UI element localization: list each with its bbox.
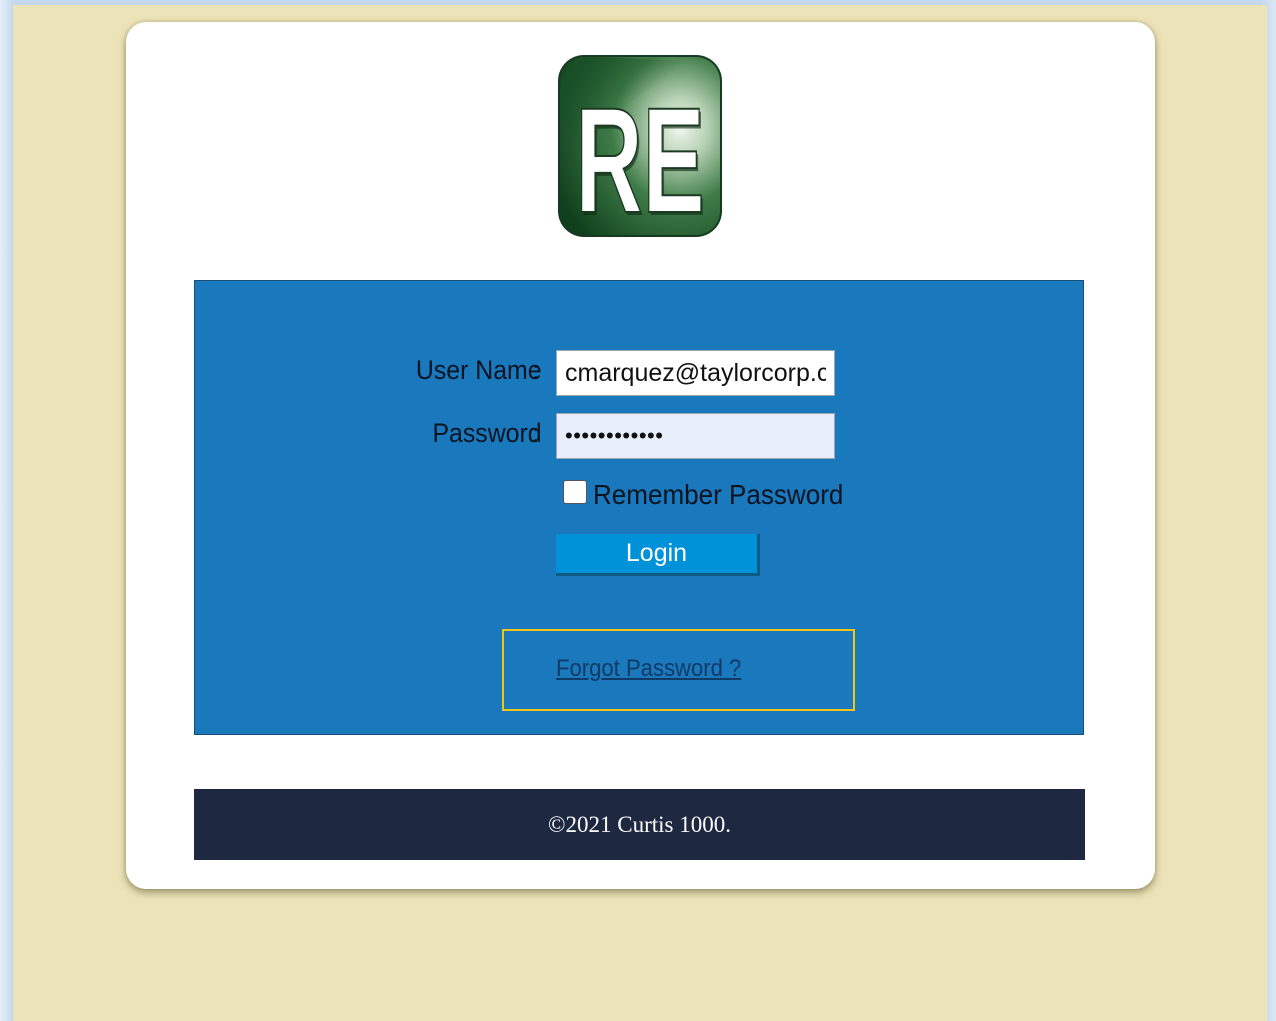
copyright-text: ©2021 Curtis 1000. bbox=[548, 812, 731, 837]
re-logo: RE RE bbox=[558, 55, 722, 238]
remember-password-row[interactable]: Remember Password bbox=[563, 479, 862, 511]
remember-password-checkbox[interactable] bbox=[563, 480, 587, 504]
forgot-password-highlight: Forgot Password ? bbox=[502, 629, 855, 711]
username-input[interactable] bbox=[556, 350, 835, 396]
login-button[interactable]: Login bbox=[556, 534, 760, 576]
forgot-password-link[interactable]: Forgot Password ? bbox=[556, 655, 741, 683]
login-panel: User Name : Password : Remember Password… bbox=[194, 280, 1084, 735]
username-colon: : bbox=[532, 355, 540, 385]
login-card: RE RE User Name : Password : Remember Pa… bbox=[126, 22, 1155, 889]
username-label: User Name bbox=[416, 355, 542, 385]
password-colon: : bbox=[532, 418, 540, 448]
password-label: Password bbox=[432, 418, 542, 448]
footer: ©2021 Curtis 1000. bbox=[194, 789, 1085, 860]
password-input[interactable] bbox=[556, 413, 835, 459]
remember-password-label[interactable]: Remember Password bbox=[593, 479, 843, 511]
logo-text: RE bbox=[575, 77, 704, 238]
